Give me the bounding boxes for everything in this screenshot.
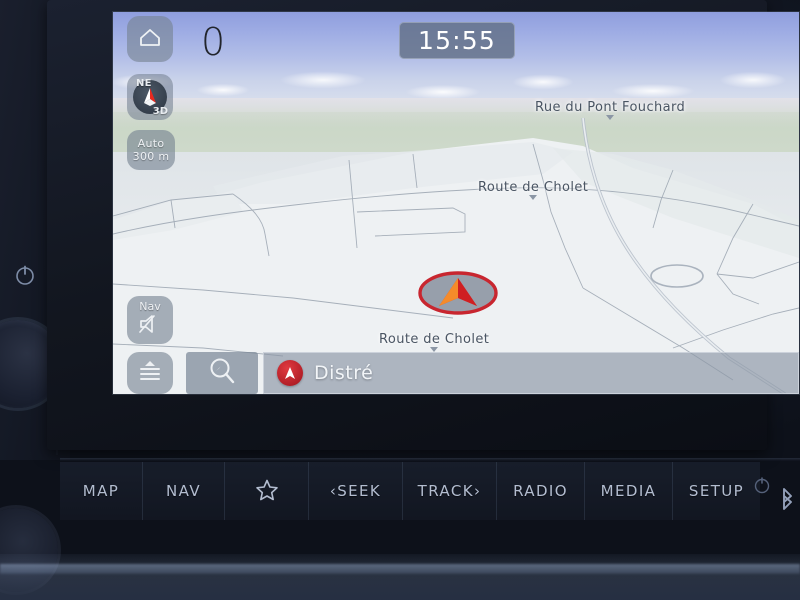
position-arrow-icon xyxy=(277,360,303,386)
hard-button-track[interactable]: TRACK› xyxy=(402,462,496,520)
map-label-marker-icon xyxy=(606,115,615,120)
menu-expand-icon xyxy=(136,358,164,388)
nav-mute-button[interactable]: Nav xyxy=(127,296,173,344)
vehicle-position-arrow xyxy=(417,270,499,316)
bluetooth-icon xyxy=(783,488,792,510)
map-label-text: Rue du Pont Fouchard xyxy=(535,100,686,115)
speed-indicator: 0 xyxy=(201,20,226,64)
search-button[interactable] xyxy=(186,352,258,394)
button-row-edge xyxy=(60,458,800,461)
compass-viewmode-label: 3D xyxy=(152,106,168,117)
hard-button-favorite[interactable] xyxy=(224,462,308,520)
home-button[interactable] xyxy=(127,16,173,62)
scale-distance-label: 300 m xyxy=(132,150,170,163)
hardware-button-row: MAP NAV ‹SEEK TRACK› RADIO MEDIA SETUP xyxy=(60,462,800,520)
hard-button-label: SETUP xyxy=(688,482,745,500)
hard-button-label: MAP xyxy=(82,482,120,500)
display-bezel: 0 15:55 NE 3D Auto 300 m Nav Rue du Pont… xyxy=(47,0,799,450)
bluetooth-indicator xyxy=(746,470,798,520)
destination-bar[interactable]: Distré xyxy=(263,352,799,394)
compass-heading-label: NE xyxy=(136,78,152,89)
menu-expand-button[interactable] xyxy=(127,352,173,394)
compass-icon: NE 3D xyxy=(133,78,168,117)
hard-button-map[interactable]: MAP xyxy=(60,462,142,520)
hard-button-label: TRACK› xyxy=(417,482,482,500)
map-label-route-de-cholet-lower: Route de Cholet xyxy=(379,332,490,352)
map-label-text: Route de Cholet xyxy=(379,332,490,347)
hard-button-media[interactable]: MEDIA xyxy=(584,462,672,520)
destination-name: Distré xyxy=(314,362,374,384)
scale-mode-label: Auto xyxy=(137,137,165,150)
map-label-marker-icon xyxy=(529,195,538,200)
speaker-mute-icon xyxy=(137,313,163,339)
map-label-text: Route de Cholet xyxy=(478,180,589,195)
star-icon xyxy=(255,478,279,505)
power-icon[interactable] xyxy=(12,262,38,288)
hard-button-seek[interactable]: ‹SEEK xyxy=(308,462,402,520)
hard-button-radio[interactable]: RADIO xyxy=(496,462,584,520)
hard-button-label: ‹SEEK xyxy=(329,482,382,500)
clock-display: 15:55 xyxy=(399,22,515,59)
hard-button-label: RADIO xyxy=(513,482,568,500)
nav-mute-label: Nav xyxy=(139,300,161,313)
hard-button-label: NAV xyxy=(166,482,201,500)
map-scale-button[interactable]: Auto 300 m xyxy=(127,130,175,170)
navigation-display[interactable]: 0 15:55 NE 3D Auto 300 m Nav Rue du Pont… xyxy=(113,12,799,394)
home-icon xyxy=(137,25,163,53)
search-nav-icon xyxy=(207,356,237,390)
compass-button[interactable]: NE 3D xyxy=(127,74,173,120)
car-dashboard: 0 15:55 NE 3D Auto 300 m Nav Rue du Pont… xyxy=(0,0,800,600)
map-label-route-de-cholet-upper: Route de Cholet xyxy=(478,180,589,200)
hard-button-label: MEDIA xyxy=(600,482,657,500)
hard-button-nav[interactable]: NAV xyxy=(142,462,224,520)
map-label-rue-du-pont-fouchard: Rue du Pont Fouchard xyxy=(535,100,686,120)
dashboard-lower-trim xyxy=(0,554,800,600)
